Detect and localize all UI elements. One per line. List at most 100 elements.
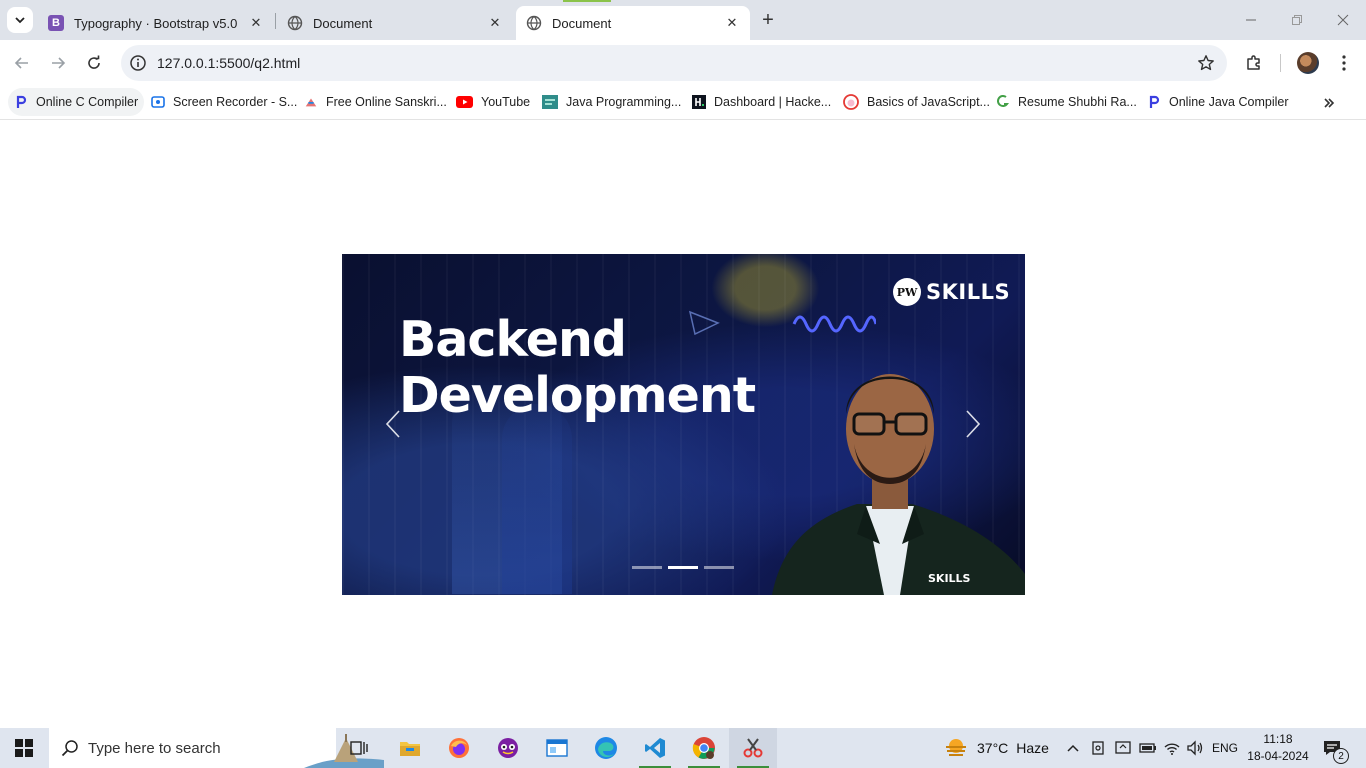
forward-arrow-icon [52, 57, 66, 69]
bookmark-label: Resume Shubhi Ra... [1018, 95, 1137, 109]
extensions-button[interactable] [1243, 52, 1265, 74]
carousel-next-button[interactable] [953, 404, 993, 444]
file-explorer-button[interactable] [386, 728, 434, 768]
bookmark-screen-recorder[interactable]: Screen Recorder - S... [145, 88, 303, 116]
bookmark-star-icon[interactable] [1197, 54, 1215, 72]
taskbar-search[interactable]: Type here to search [49, 728, 384, 768]
edge-button[interactable] [582, 728, 630, 768]
weather-widget[interactable]: 37°C Haze [944, 728, 1049, 768]
tab-title: Typography · Bootstrap v5.0 [74, 15, 238, 31]
more-bookmarks-button[interactable] [1318, 92, 1340, 114]
bookmark-youtube[interactable]: YouTube [450, 88, 536, 116]
programiz-icon [14, 95, 28, 109]
bookmark-hackerrank[interactable]: Dashboard | Hacke... [686, 88, 837, 116]
windows-logo-icon [15, 739, 33, 757]
carousel-indicator-active[interactable] [668, 566, 698, 569]
reload-button[interactable] [81, 50, 107, 76]
battery-button[interactable] [1139, 728, 1157, 768]
menu-button[interactable] [1333, 52, 1355, 74]
bookmark-label: YouTube [481, 95, 531, 109]
forward-button[interactable] [45, 50, 71, 76]
language-indicator[interactable]: ENG [1212, 728, 1238, 768]
carousel-indicator[interactable] [704, 566, 734, 569]
plus-icon: + [762, 8, 774, 31]
firefox-icon [449, 738, 469, 758]
edge-icon [595, 737, 617, 759]
tab-document-1[interactable]: Document ✕ [277, 6, 513, 40]
kebab-menu-icon [1342, 55, 1346, 71]
task-view-button[interactable] [336, 728, 384, 768]
globe-icon [526, 15, 542, 31]
profile-avatar[interactable] [1297, 52, 1319, 74]
tab-loading-indicator [563, 0, 611, 2]
tab-search-button[interactable] [7, 7, 33, 33]
screen-recorder-icon [151, 95, 165, 109]
carousel-prev-button[interactable] [373, 404, 413, 444]
chevron-left-icon [385, 410, 400, 438]
new-tab-button[interactable]: + [756, 8, 780, 32]
app-button-purple[interactable] [484, 728, 532, 768]
site-info-icon[interactable] [129, 54, 147, 72]
firefox-button[interactable] [435, 728, 483, 768]
address-bar[interactable]: 127.0.0.1:5500/q2.html [121, 45, 1227, 81]
tab-strip: B Typography · Bootstrap v5.0 ✕ Document… [0, 0, 1366, 40]
chrome-button[interactable] [680, 728, 728, 768]
window-app-icon [546, 739, 568, 757]
back-button[interactable] [9, 50, 35, 76]
close-tab-icon[interactable]: ✕ [487, 15, 503, 31]
app-tray-button[interactable] [1115, 728, 1131, 768]
back-arrow-icon [14, 57, 28, 69]
close-tab-icon[interactable]: ✕ [724, 15, 740, 31]
image-carousel[interactable]: Backend Development PW SKILLS SKILLS [342, 254, 1025, 595]
presenter-photo: SKILLS [772, 374, 1025, 595]
browser-toolbar: 127.0.0.1:5500/q2.html [0, 40, 1366, 86]
close-tab-icon[interactable]: ✕ [248, 15, 264, 31]
bookmark-online-c-compiler[interactable]: Online C Compiler [8, 88, 145, 116]
wifi-icon [1164, 743, 1180, 755]
clock-date: 18-04-2024 [1247, 749, 1309, 763]
weather-condition: Haze [1016, 740, 1049, 756]
windows-taskbar: Type here to search 37°C Haze ENG 11:18 … [0, 728, 1366, 768]
start-button[interactable] [0, 728, 48, 768]
vscode-button[interactable] [631, 728, 679, 768]
bookmark-java-programming[interactable]: Java Programming... [536, 88, 687, 116]
meet-now-button[interactable] [1091, 728, 1107, 768]
wave-decoration [792, 315, 876, 333]
bookmark-label: Free Online Sanskri... [326, 95, 447, 109]
volume-button[interactable] [1186, 728, 1204, 768]
carousel-indicator[interactable] [632, 566, 662, 569]
bookmark-label: Dashboard | Hacke... [714, 95, 832, 109]
tab-document-2[interactable]: Document ✕ [516, 6, 750, 40]
tab-bootstrap[interactable]: B Typography · Bootstrap v5.0 ✕ [38, 6, 274, 40]
clock[interactable]: 11:18 18-04-2024 [1246, 731, 1310, 765]
app-button-window[interactable] [533, 728, 581, 768]
reload-icon [88, 55, 100, 69]
notification-center-button[interactable]: 2 [1322, 728, 1349, 768]
url-text[interactable]: 127.0.0.1:5500/q2.html [157, 55, 300, 71]
globe-icon [287, 15, 303, 31]
task-view-icon [350, 741, 368, 755]
page-viewport: Backend Development PW SKILLS SKILLS [0, 121, 1366, 728]
resume-icon [996, 95, 1010, 109]
folder-icon [400, 742, 420, 756]
bookmark-online-java-compiler[interactable]: Online Java Compiler [1141, 88, 1295, 116]
puzzle-icon [1247, 55, 1260, 70]
snipping-tool-button[interactable] [729, 728, 777, 768]
tab-divider [275, 13, 276, 29]
bookmark-javascript[interactable]: Basics of JavaScript... [837, 88, 996, 116]
double-chevron-right-icon [1324, 98, 1335, 108]
restore-button[interactable] [1274, 0, 1320, 40]
close-window-button[interactable] [1320, 0, 1366, 40]
bookmark-label: Basics of JavaScript... [867, 95, 990, 109]
network-button[interactable] [1163, 728, 1181, 768]
search-icon [61, 740, 78, 757]
chrome-icon [692, 737, 715, 759]
minimize-button[interactable] [1228, 0, 1274, 40]
bookmark-resume[interactable]: Resume Shubhi Ra... [990, 88, 1143, 116]
slide-headline: Backend Development [399, 311, 756, 424]
hackerrank-icon [692, 95, 706, 109]
bookmark-sanskrit[interactable]: Free Online Sanskri... [298, 88, 453, 116]
notification-count-badge: 2 [1333, 748, 1349, 764]
headline-line-1: Backend [399, 311, 627, 368]
show-hidden-icons-button[interactable] [1066, 728, 1080, 768]
